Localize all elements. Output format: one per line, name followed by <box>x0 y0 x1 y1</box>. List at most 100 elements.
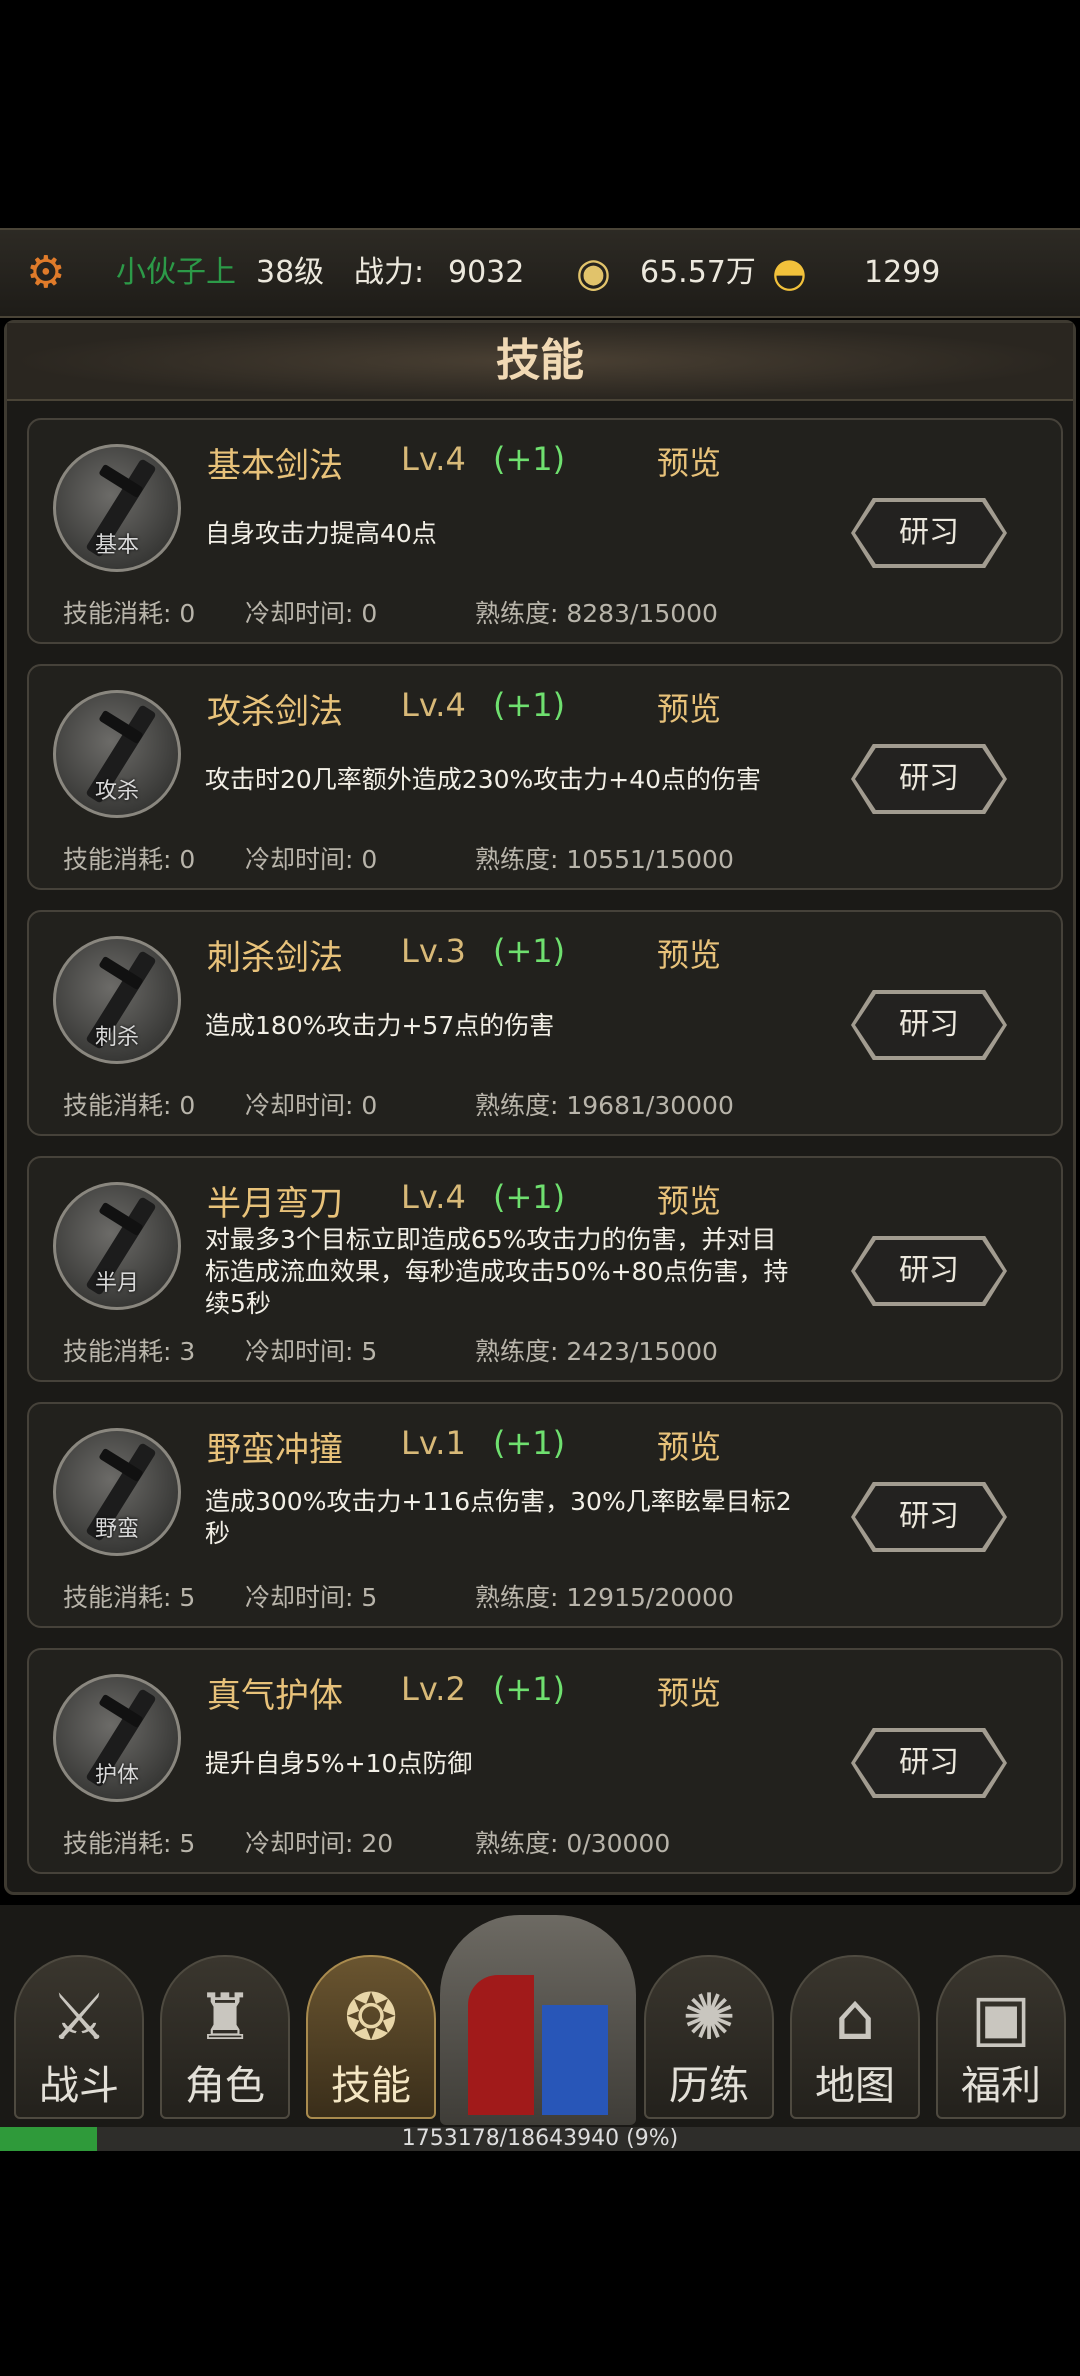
study-button-label: 研习 <box>855 1240 1003 1302</box>
tab-map[interactable]: ⌂ 地图 <box>790 1955 920 2119</box>
skill-mastery: 熟练度: 19681/30000 <box>475 1091 734 1120</box>
skill-level: Lv.1 <box>401 1424 466 1462</box>
power-label: 战力: <box>354 255 425 290</box>
tab-training[interactable]: ✺ 历练 <box>644 1955 774 2119</box>
preview-link[interactable]: 预览 <box>657 684 721 730</box>
skill-description: 攻击时20几率额外造成230%攻击力+40点的伤害 <box>205 765 762 794</box>
skill-icon-crescent-blade[interactable]: 半月 <box>53 1182 181 1310</box>
skill-stats: 技能消耗: 0 冷却时间: 0 熟练度: 19681/30000 <box>63 1086 734 1122</box>
skill-level-bonus: (+1) <box>493 440 566 478</box>
skill-mastery: 熟练度: 2423/15000 <box>475 1337 718 1366</box>
preview-link[interactable]: 预览 <box>657 1668 721 1714</box>
preview-link[interactable]: 预览 <box>657 930 721 976</box>
tab-label: 技能 <box>331 2063 411 2109</box>
preview-link[interactable]: 预览 <box>657 1176 721 1222</box>
skill-cost: 技能消耗: 5 <box>63 1583 196 1612</box>
skill-icon-charge[interactable]: 野蛮 <box>53 1428 181 1556</box>
study-button[interactable]: 研习 <box>851 1482 1007 1552</box>
skill-icon-sword[interactable]: 基本 <box>53 444 181 572</box>
skill-stats: 技能消耗: 3 冷却时间: 5 熟练度: 2423/15000 <box>63 1332 718 1368</box>
skill-icon-armor[interactable]: 护体 <box>53 1674 181 1802</box>
skill-card: 半月 半月弯刀 Lv.4 (+1) 预览 对最多3个目标立即造成65%攻击力的伤… <box>27 1156 1063 1382</box>
tab-role[interactable]: ♜ 角色 <box>160 1955 290 2119</box>
skill-stats: 技能消耗: 5 冷却时间: 5 熟练度: 12915/20000 <box>63 1578 734 1614</box>
skill-card: 基本 基本剑法 Lv.4 (+1) 预览 自身攻击力提高40点 研习 技能消耗:… <box>27 418 1063 644</box>
coin-add-icon[interactable]: ◉ <box>576 230 611 316</box>
study-button-label: 研习 <box>855 748 1003 810</box>
settings-icon[interactable]: ⚙ <box>26 230 65 316</box>
study-button-label: 研习 <box>855 502 1003 564</box>
skill-description: 造成180%攻击力+57点的伤害 <box>205 1011 555 1040</box>
skill-name: 攻杀剑法 <box>207 692 343 732</box>
skill-card: 野蛮 野蛮冲撞 Lv.1 (+1) 预览 造成300%攻击力+116点伤害，30… <box>27 1402 1063 1628</box>
treasure-chest-icon: ▣ <box>970 1981 1032 2055</box>
study-button[interactable]: 研习 <box>851 990 1007 1060</box>
study-button-label: 研习 <box>855 1486 1003 1548</box>
tab-skill[interactable]: ❂ 技能 <box>306 1955 436 2119</box>
map-pin-icon: ⌂ <box>834 1981 876 2055</box>
skill-level-bonus: (+1) <box>493 686 566 724</box>
tab-label: 福利 <box>961 2063 1041 2109</box>
experience-text: 1753178/18643940 (9%) <box>401 2126 679 2151</box>
skill-stats: 技能消耗: 5 冷却时间: 20 熟练度: 0/30000 <box>63 1824 670 1860</box>
skill-icon-caption: 攻杀 <box>94 779 139 804</box>
skill-name: 基本剑法 <box>207 446 343 486</box>
skill-icon-flaming-sword[interactable]: 攻杀 <box>53 690 181 818</box>
tab-label: 地图 <box>815 2063 895 2109</box>
study-button-label: 研习 <box>855 994 1003 1056</box>
coin-amount: 65.57万 <box>640 255 756 290</box>
ingot-icon: ◓ <box>772 250 807 296</box>
skill-cooldown: 冷却时间: 5 <box>245 1337 378 1366</box>
skill-description: 提升自身5%+10点防御 <box>205 1749 473 1778</box>
skill-cost: 技能消耗: 0 <box>63 1091 196 1120</box>
skill-level-bonus: (+1) <box>493 1424 566 1462</box>
preview-link[interactable]: 预览 <box>657 438 721 484</box>
skill-name: 真气护体 <box>207 1676 343 1716</box>
skill-level-bonus: (+1) <box>493 932 566 970</box>
skill-icon-caption: 护体 <box>94 1763 139 1788</box>
panel-title: 技能 <box>7 323 1073 401</box>
study-button[interactable]: 研习 <box>851 1728 1007 1798</box>
skill-description: 自身攻击力提高40点 <box>205 519 437 548</box>
tab-battle[interactable]: ⚔ 战斗 <box>14 1955 144 2119</box>
crossed-swords-icon: ⚔ <box>50 1981 108 2055</box>
skill-name: 野蛮冲撞 <box>207 1430 343 1470</box>
skill-level: Lv.4 <box>401 686 466 724</box>
skill-description: 对最多3个目标立即造成65%攻击力的伤害，并对目标造成流血效果，每秒造成攻击50… <box>205 1225 789 1318</box>
skill-name: 半月弯刀 <box>207 1184 343 1224</box>
skill-description: 造成300%攻击力+116点伤害，30%几率眩晕目标2秒 <box>205 1487 792 1548</box>
status-bar: ⚙ 小伙子上 38级 战力: 9032 ◉ 65.57万 ◓ 1299 <box>0 228 1080 318</box>
skill-cooldown: 冷却时间: 0 <box>245 1091 378 1120</box>
skill-cost: 技能消耗: 0 <box>63 845 196 874</box>
triskelion-icon: ❂ <box>344 1981 398 2055</box>
skill-mastery: 熟练度: 0/30000 <box>475 1829 671 1858</box>
study-button[interactable]: 研习 <box>851 498 1007 568</box>
skill-cooldown: 冷却时间: 0 <box>245 599 378 628</box>
skill-mastery: 熟练度: 12915/20000 <box>475 1583 734 1612</box>
skill-stats: 技能消耗: 0 冷却时间: 0 熟练度: 10551/15000 <box>63 840 734 876</box>
skill-mastery: 熟练度: 10551/15000 <box>475 845 734 874</box>
skill-cost: 技能消耗: 0 <box>63 599 196 628</box>
skill-icon-caption: 半月 <box>94 1271 139 1296</box>
skill-level: Lv.3 <box>401 932 466 970</box>
skill-icon-caption: 刺杀 <box>94 1025 139 1050</box>
tab-welfare[interactable]: ▣ 福利 <box>936 1955 1066 2119</box>
skill-icon-caption: 野蛮 <box>94 1517 139 1542</box>
study-button-label: 研习 <box>855 1732 1003 1794</box>
ingot-amount: 1299 <box>864 255 941 290</box>
experience-bar: 1753178/18643940 (9%) <box>0 2127 1080 2151</box>
skill-icon-thrust-sword[interactable]: 刺杀 <box>53 936 181 1064</box>
skill-card: 护体 真气护体 Lv.2 (+1) 预览 提升自身5%+10点防御 研习 技能消… <box>27 1648 1063 1874</box>
skill-stats: 技能消耗: 0 冷却时间: 0 熟练度: 8283/15000 <box>63 594 718 630</box>
skill-level-bonus: (+1) <box>493 1178 566 1216</box>
study-button[interactable]: 研习 <box>851 1236 1007 1306</box>
study-button[interactable]: 研习 <box>851 744 1007 814</box>
spiral-icon: ✺ <box>682 1981 736 2055</box>
player-name: 小伙子上 <box>116 255 236 290</box>
portal-gate-button[interactable] <box>440 1915 636 2125</box>
preview-link[interactable]: 预览 <box>657 1422 721 1468</box>
skill-cooldown: 冷却时间: 20 <box>245 1829 394 1858</box>
skill-level-bonus: (+1) <box>493 1670 566 1708</box>
tab-label: 历练 <box>669 2063 749 2109</box>
skill-name: 刺杀剑法 <box>207 938 343 978</box>
